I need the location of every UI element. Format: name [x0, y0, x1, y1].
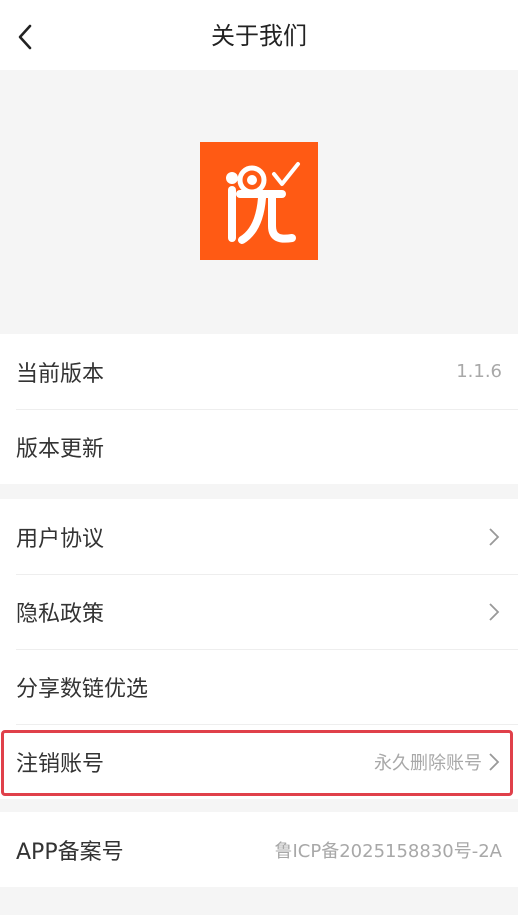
privacy-policy-row[interactable]: 隐私政策 [0, 574, 518, 649]
logo-glyph-icon [226, 162, 300, 244]
settings-group: 用户协议 隐私政策 分享数链优选 注销账号 永久删除账号 [0, 499, 518, 799]
share-row[interactable]: 分享数链优选 [0, 649, 518, 724]
delete-account-label: 注销账号 [16, 751, 105, 777]
privacy-policy-label: 隐私政策 [16, 601, 105, 627]
page-title: 关于我们 [211, 22, 307, 50]
version-update-row[interactable]: 版本更新 [0, 409, 518, 484]
share-label: 分享数链优选 [16, 676, 149, 702]
icp-label: APP备案号 [16, 839, 124, 865]
user-agreement-row[interactable]: 用户协议 [0, 499, 518, 574]
top-bar: 关于我们 [0, 0, 518, 70]
version-group: 当前版本 1.1.6 版本更新 [0, 334, 518, 484]
chevron-right-icon [488, 752, 502, 772]
logo-area [0, 70, 518, 332]
icp-value: 鲁ICP备2025158830号-2A [274, 840, 502, 862]
current-version-row: 当前版本 1.1.6 [0, 334, 518, 409]
delete-account-row[interactable]: 注销账号 永久删除账号 [0, 724, 518, 799]
version-update-label: 版本更新 [16, 436, 105, 462]
chevron-right-icon [488, 527, 502, 547]
current-version-label: 当前版本 [16, 361, 105, 387]
icp-group: APP备案号 鲁ICP备2025158830号-2A [0, 812, 518, 887]
app-logo [200, 142, 318, 260]
current-version-value: 1.1.6 [456, 361, 502, 382]
user-agreement-label: 用户协议 [16, 526, 105, 552]
icp-row: APP备案号 鲁ICP备2025158830号-2A [0, 812, 518, 887]
delete-account-value: 永久删除账号 [374, 752, 482, 774]
chevron-right-icon [488, 602, 502, 622]
